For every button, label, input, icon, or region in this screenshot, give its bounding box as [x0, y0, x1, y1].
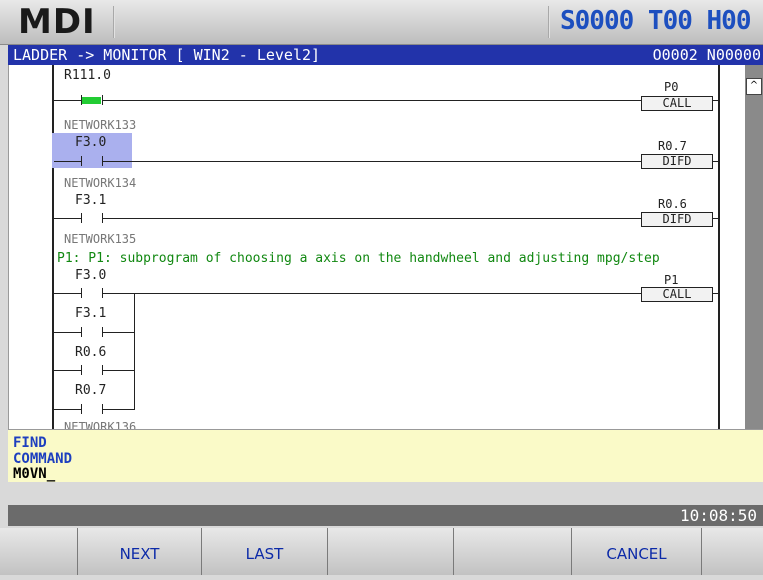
vertical-scrollbar[interactable] [745, 65, 763, 429]
wire [103, 218, 641, 219]
wire [103, 332, 134, 333]
top-status-bar: MDI S0000 T00 H00 [0, 0, 763, 45]
softkey-4[interactable] [328, 528, 454, 575]
window-title-bar: LADDER -> MONITOR [ WIN2 - Level2] O0002… [8, 45, 763, 65]
contact-label: F3.1 [75, 306, 107, 321]
right-power-rail [718, 65, 720, 429]
command-panel: FIND COMMAND M0VN_ [8, 429, 763, 482]
coil-label: R0.6 [658, 197, 687, 211]
wire [54, 100, 81, 101]
divider [113, 6, 115, 38]
network-comment: P1: P1: subprogram of choosing a axis on… [57, 251, 660, 266]
contact-label: R0.6 [75, 345, 107, 360]
command-input[interactable]: M0VN_ [13, 466, 55, 482]
mode-indicator: MDI [18, 2, 96, 42]
wire [713, 218, 719, 219]
wire [103, 370, 134, 371]
contact-label: F3.0 [75, 135, 107, 150]
contact-bar [81, 327, 82, 337]
contact-label: R0.7 [75, 383, 107, 398]
window-title: LADDER -> MONITOR [ WIN2 - Level2] [13, 46, 321, 64]
wire [54, 293, 81, 294]
network-label: NETWORK136 [64, 420, 137, 429]
network-label: NETWORK133 [64, 118, 137, 132]
contact-bar [81, 288, 82, 298]
contact-bar [81, 156, 82, 166]
wire [103, 293, 641, 294]
network-label: NETWORK134 [64, 176, 137, 190]
contact-bar [81, 404, 82, 414]
divider [548, 6, 550, 38]
wire [54, 161, 81, 162]
coil-label: P1 [664, 273, 679, 287]
branch-wire [134, 293, 135, 410]
wire [103, 100, 641, 101]
status-bar: 10:08:50 [8, 505, 763, 526]
active-contact-indicator [82, 97, 101, 104]
command-mode-label: FIND [13, 435, 47, 451]
softkey-7[interactable] [702, 528, 763, 575]
network-label: NETWORK135 [64, 232, 137, 246]
ladder-diagram[interactable]: R111.0 P0 CALL NETWORK133 F3.0 R0.7 DIFD… [8, 65, 746, 429]
softkey-bar: NEXT LAST CANCEL [0, 528, 763, 575]
wire [713, 293, 719, 294]
command-prompt-label: COMMAND [13, 451, 73, 467]
contact-bar [81, 365, 82, 375]
coil-label: R0.7 [658, 139, 687, 153]
program-block-number: O0002 N00000 [652, 46, 761, 64]
spindle-tool-status: S0000 T00 H00 [560, 6, 751, 36]
contact-label: R111.0 [64, 68, 111, 83]
wire [103, 161, 641, 162]
clock: 10:08:50 [679, 506, 757, 525]
coil-difd[interactable]: DIFD [641, 212, 713, 227]
wire [54, 332, 81, 333]
contact-label: F3.1 [75, 193, 107, 208]
last-button[interactable]: LAST [202, 528, 328, 575]
wire [54, 218, 81, 219]
scroll-up-button[interactable]: ^ [746, 78, 762, 95]
wire [713, 161, 719, 162]
coil-call[interactable]: CALL [641, 287, 713, 302]
cancel-button[interactable]: CANCEL [572, 528, 702, 575]
left-power-rail [52, 65, 54, 429]
contact-bar [81, 213, 82, 223]
wire [54, 370, 81, 371]
wire [54, 409, 81, 410]
contact-label: F3.0 [75, 268, 107, 283]
coil-label: P0 [664, 80, 679, 94]
softkey-5[interactable] [454, 528, 572, 575]
next-button[interactable]: NEXT [78, 528, 202, 575]
coil-call[interactable]: CALL [641, 96, 713, 111]
coil-difd[interactable]: DIFD [641, 154, 713, 169]
softkey-1[interactable] [0, 528, 78, 575]
wire [103, 409, 134, 410]
wire [713, 100, 719, 101]
